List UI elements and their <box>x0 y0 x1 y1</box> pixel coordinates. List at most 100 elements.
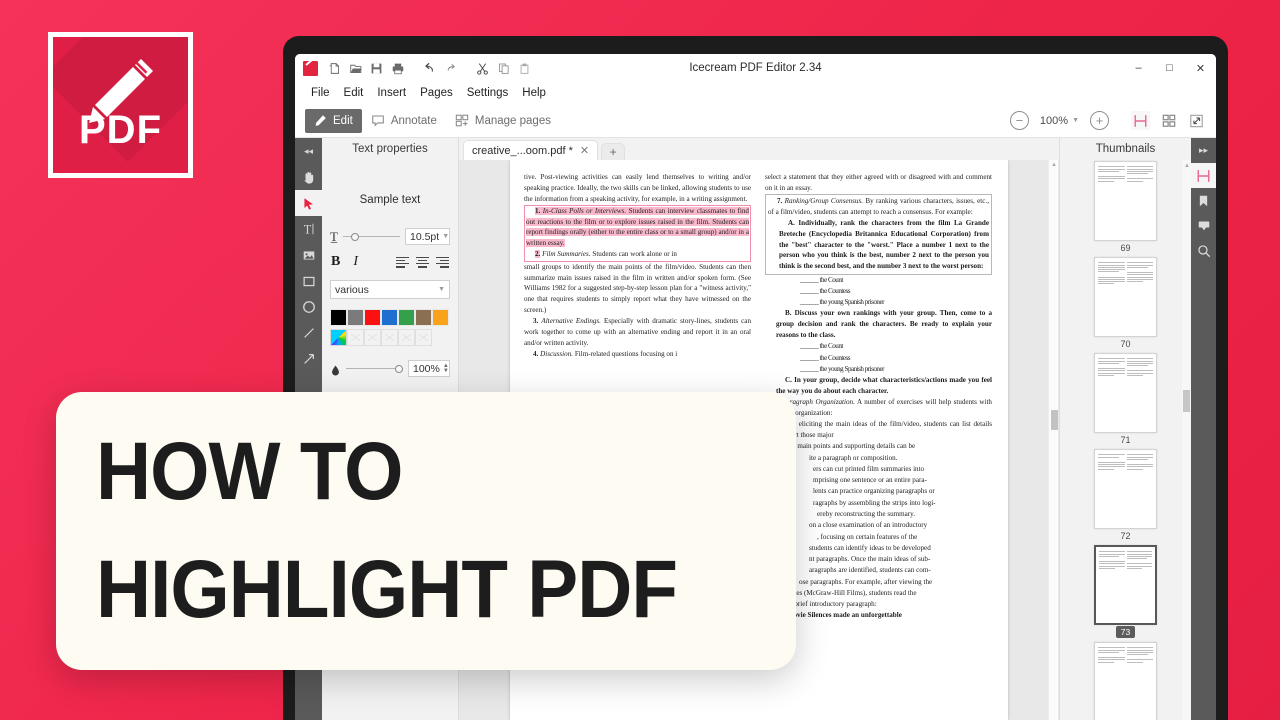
paste-icon[interactable] <box>515 59 534 78</box>
rectangle-tool-icon[interactable] <box>295 268 322 294</box>
opacity-input[interactable]: 100% ▲ ▼ <box>408 360 450 377</box>
color-swatch-green[interactable] <box>398 309 415 326</box>
menu-help[interactable]: Help <box>515 82 553 104</box>
collapse-panel-icon[interactable]: ◂◂ <box>295 138 322 164</box>
thumbnail-page-72[interactable]: 72 <box>1094 449 1157 541</box>
align-center-button[interactable] <box>416 256 429 268</box>
color-picker-icon[interactable] <box>330 329 347 346</box>
fullscreen-icon[interactable] <box>1187 111 1206 130</box>
thumbnail-page-71[interactable]: 71 <box>1094 353 1157 445</box>
color-swatch-black[interactable] <box>330 309 347 326</box>
collapse-right-panel-icon[interactable]: ▸▸ <box>1191 138 1216 163</box>
scroll-up-icon[interactable]: ▲ <box>1051 162 1057 168</box>
thumbnails-scrollbar-thumb[interactable] <box>1183 390 1190 412</box>
color-swatch-red[interactable] <box>364 309 381 326</box>
hand-tool-icon[interactable] <box>295 164 322 190</box>
highlighted-region[interactable]: 1. In-Class Polls or Interviews. Student… <box>524 204 751 262</box>
zoom-out-button[interactable]: − <box>1009 111 1029 130</box>
ellipse-tool-icon[interactable] <box>295 294 322 320</box>
frag-1: these main points and supporting details… <box>781 442 916 451</box>
align-right-button[interactable] <box>436 256 449 268</box>
redo-icon[interactable] <box>441 59 460 78</box>
color-slot-empty-3[interactable] <box>381 329 398 346</box>
blank-line-1c: ______ the young Spanish prisoner <box>800 298 885 307</box>
thumbnail-page-70[interactable]: 70 <box>1094 257 1157 349</box>
italic-button[interactable]: I <box>353 254 358 270</box>
menu-pages[interactable]: Pages <box>413 82 460 104</box>
menu-file[interactable]: File <box>304 82 337 104</box>
print-icon[interactable] <box>388 59 407 78</box>
color-swatch-blue[interactable] <box>381 309 398 326</box>
frag-3: ers can cut printed film summaries into <box>813 464 925 473</box>
new-tab-button[interactable]: + <box>601 143 626 160</box>
menu-bar: File Edit Insert Pages Settings Help <box>295 82 1216 104</box>
mode-annotate-label: Annotate <box>390 114 437 127</box>
color-slot-empty-5[interactable] <box>415 329 432 346</box>
thumbnails-scrollbar[interactable]: ▲ <box>1182 160 1191 720</box>
color-slot-empty-1[interactable] <box>347 329 364 346</box>
color-slot-empty-4[interactable] <box>398 329 415 346</box>
zoom-controls: − 100% ▼ + <box>1009 111 1109 130</box>
line-tool-icon[interactable] <box>295 320 322 346</box>
font-family-value: various <box>335 283 369 296</box>
font-size-select[interactable]: 10.5pt ▼ <box>405 228 450 245</box>
color-swatch-orange[interactable] <box>432 309 449 326</box>
color-swatch-gray[interactable] <box>347 309 364 326</box>
text-tool-icon[interactable]: T <box>295 216 322 242</box>
scroll-up-icon[interactable]: ▲ <box>1184 163 1190 169</box>
color-swatch-brown[interactable] <box>415 309 432 326</box>
mode-annotate-button[interactable]: Annotate <box>362 109 446 133</box>
save-icon[interactable] <box>367 59 386 78</box>
page-scrollbar[interactable]: ▲ <box>1048 160 1058 720</box>
item1-title: In-Class Polls or Interviews. <box>542 206 627 215</box>
boxed-region[interactable]: 7. Ranking/Group Consensus. By ranking v… <box>765 194 992 275</box>
arrow-tool-icon[interactable] <box>295 346 322 372</box>
opacity-slider[interactable] <box>346 363 403 375</box>
menu-edit[interactable]: Edit <box>337 82 371 104</box>
single-page-view-icon[interactable] <box>1131 111 1150 130</box>
thumbnail-page-69[interactable]: 69 <box>1094 161 1157 253</box>
app-logo-icon[interactable] <box>303 60 318 76</box>
bold-button[interactable]: B <box>331 254 340 270</box>
copy-icon[interactable] <box>494 59 513 78</box>
right-intro: select a statement that they either agre… <box>765 173 992 192</box>
new-file-icon[interactable] <box>325 59 344 78</box>
align-left-button[interactable] <box>396 256 409 268</box>
thumbnail-page-number: 71 <box>1120 435 1131 446</box>
mode-manage-pages-button[interactable]: Manage pages <box>446 109 560 133</box>
font-size-slider[interactable] <box>342 231 400 243</box>
cut-icon[interactable] <box>473 59 492 78</box>
select-tool-icon[interactable] <box>295 190 322 216</box>
close-tab-icon[interactable]: ✕ <box>580 144 589 157</box>
search-panel-icon[interactable] <box>1191 238 1216 263</box>
bookmarks-panel-icon[interactable] <box>1191 188 1216 213</box>
pages-panel-icon[interactable] <box>1191 163 1216 188</box>
color-slot-empty-2[interactable] <box>364 329 381 346</box>
minimize-button[interactable]: – <box>1123 54 1154 82</box>
thumbnails-list[interactable]: 69 70 71 72 73 <box>1060 159 1191 720</box>
menu-insert[interactable]: Insert <box>370 82 413 104</box>
open-file-icon[interactable] <box>346 59 365 78</box>
page-scrollbar-thumb[interactable] <box>1051 410 1058 430</box>
zoom-in-button[interactable]: + <box>1090 111 1109 130</box>
comments-panel-icon[interactable] <box>1191 213 1216 238</box>
item-a-lower: a. After eliciting the main ideas of the… <box>765 420 992 439</box>
item2-body-head: Students can work alone or in <box>592 250 677 259</box>
chevron-down-icon: ▼ <box>442 233 450 240</box>
item2-title: Film Summaries. <box>542 250 591 259</box>
menu-settings[interactable]: Settings <box>460 82 516 104</box>
grid-page-view-icon[interactable] <box>1159 111 1178 130</box>
maximize-button[interactable]: □ <box>1154 54 1185 82</box>
document-tab[interactable]: creative_...oom.pdf * ✕ <box>463 140 599 160</box>
thumbnail-page-73[interactable]: 73 <box>1094 545 1157 639</box>
panel-title: Text properties <box>322 138 458 160</box>
title-overlay-card: HOW TO HIGHLIGHT PDF <box>56 392 796 670</box>
mode-edit-button[interactable]: Edit <box>305 108 362 133</box>
font-family-select[interactable]: various ▼ <box>330 280 450 299</box>
image-tool-icon[interactable] <box>295 242 322 268</box>
undo-icon[interactable] <box>420 59 439 78</box>
thumbnail-image <box>1094 257 1157 338</box>
zoom-level-select[interactable]: 100% ▼ <box>1036 114 1083 128</box>
close-button[interactable]: ✕ <box>1185 54 1216 82</box>
thumbnail-page-74[interactable]: 74 <box>1094 642 1157 720</box>
